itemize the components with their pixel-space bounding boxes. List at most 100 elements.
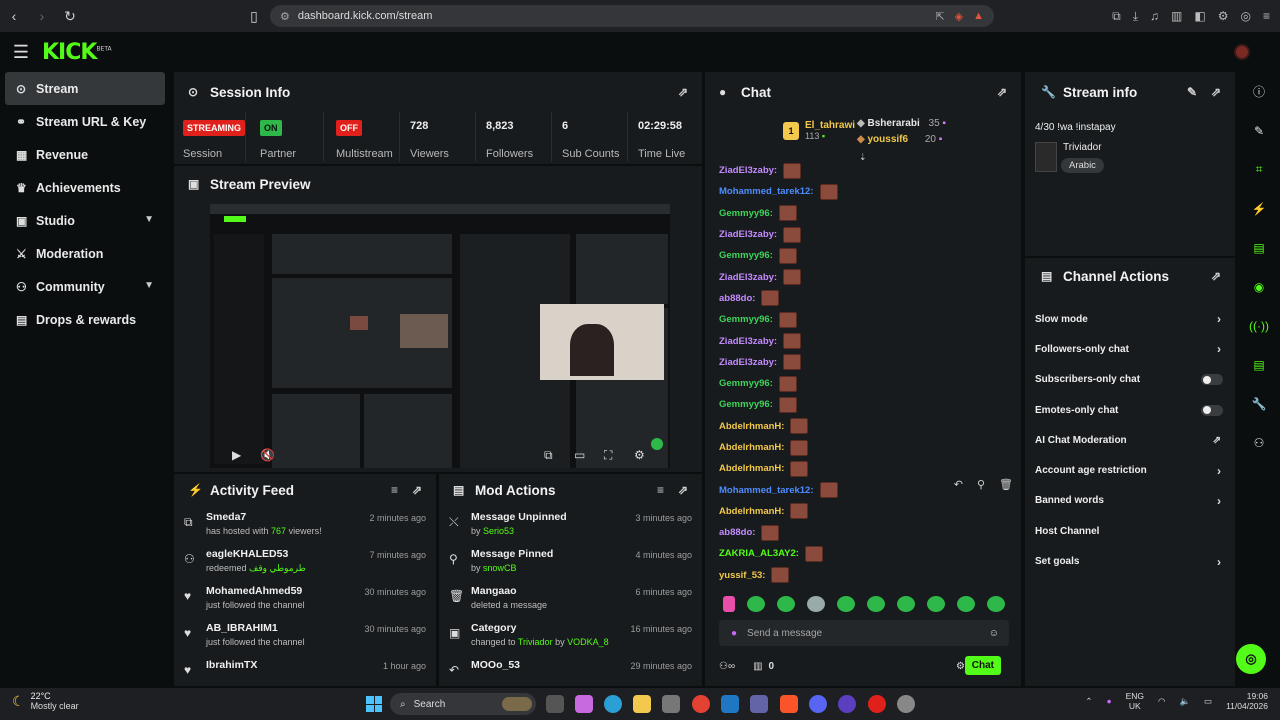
chat-username[interactable]: yussif_53:	[719, 570, 765, 581]
send-chat-button[interactable]: Chat	[964, 656, 1001, 675]
settings-app-icon[interactable]	[897, 695, 915, 713]
start-icon[interactable]	[366, 696, 382, 712]
channel-action-account-age-restriction[interactable]: Account age restriction ›	[1025, 455, 1235, 485]
chat-username[interactable]: Gemmyy96:	[719, 314, 773, 325]
play-icon[interactable]: ▶	[232, 448, 241, 462]
brave-shield-icon[interactable]: ◈	[955, 10, 963, 23]
community-icon[interactable]: ⚇	[1238, 423, 1280, 462]
chat-message[interactable]: ZiadEl3zaby:	[705, 160, 1021, 181]
channel-action-slow-mode[interactable]: Slow mode ›	[1025, 304, 1235, 334]
app-icon[interactable]	[868, 695, 886, 713]
forward-icon[interactable]: ›	[28, 0, 56, 32]
keyboard-language[interactable]: ENG	[1126, 691, 1144, 701]
chat-username[interactable]: AbdelrhmanH:	[719, 421, 784, 432]
chat-username[interactable]: ab88do:	[719, 527, 755, 538]
chat-message[interactable]: Gemmyy96:	[705, 394, 1021, 415]
mic-tray-icon[interactable]: ●	[1106, 696, 1111, 706]
chat-message[interactable]: Gemmyy96:	[705, 203, 1021, 224]
extension-icon[interactable]: ⚙	[1218, 9, 1229, 23]
chat-username[interactable]: ZAKRIA_AL3AY2:	[719, 548, 799, 559]
channel-action-subscribers-only-chat[interactable]: Subscribers-only chat	[1025, 365, 1235, 395]
user-avatar[interactable]	[1234, 44, 1250, 60]
emote-icon[interactable]	[807, 596, 825, 612]
pip-icon[interactable]: ⧉	[544, 448, 553, 463]
chat-username[interactable]: AbdelrhmanH:	[719, 442, 784, 453]
sidebar-item-drops-rewards[interactable]: ▤ Drops & rewards	[0, 303, 172, 336]
kick-logo[interactable]: KICKBETA	[42, 40, 112, 65]
chat-settings-icon[interactable]: ⚙	[956, 661, 965, 672]
media-icon[interactable]: ♫	[1150, 9, 1159, 23]
rewards-icon[interactable]: ▲	[973, 10, 984, 23]
emoji-picker-icon[interactable]: ☺	[989, 628, 999, 639]
channel-action-emotes-only-chat[interactable]: Emotes-only chat	[1025, 395, 1235, 425]
weather-widget[interactable]: ☾ 22°C Mostly clear	[12, 691, 79, 711]
hamburger-menu-icon[interactable]: ☰	[0, 32, 42, 72]
mic-icon[interactable]: ●	[731, 628, 737, 639]
chat-username[interactable]: ZiadEl3zaby:	[719, 165, 777, 176]
wifi-icon[interactable]: ◠	[1158, 696, 1165, 707]
teams-icon[interactable]	[750, 695, 768, 713]
toggle-switch[interactable]	[1201, 374, 1223, 386]
toggle-switch[interactable]	[1201, 404, 1223, 416]
chat-username[interactable]: Gemmyy96:	[719, 399, 773, 410]
chat-username[interactable]: AbdelrhmanH:	[719, 463, 784, 474]
chat-message[interactable]: Mohammed_tarek12:	[705, 181, 1021, 202]
signal-icon[interactable]: ((·))	[1238, 306, 1280, 345]
chevron-up-icon[interactable]: ⌃	[1085, 696, 1092, 707]
chrome-icon[interactable]	[692, 695, 710, 713]
chat-username[interactable]: ZiadEl3zaby:	[719, 229, 777, 240]
chat-username[interactable]: ab88do:	[719, 293, 755, 304]
list-icon[interactable]: ▤	[1238, 345, 1280, 384]
chat-username[interactable]: Gemmyy96:	[719, 378, 773, 389]
chat-username[interactable]: AbdelrhmanH:	[719, 506, 784, 517]
chat-username[interactable]: ZiadEl3zaby:	[719, 336, 777, 347]
sidebar-item-moderation[interactable]: ⚔ Moderation	[0, 237, 172, 270]
popout-icon[interactable]: ⇗	[412, 483, 422, 497]
emote-icon[interactable]	[747, 596, 765, 612]
wrench-icon[interactable]: 🔧	[1238, 384, 1280, 423]
taskbar-search[interactable]: ⌕ Search	[390, 693, 536, 715]
settings-icon[interactable]: ⚙	[634, 448, 645, 462]
chat-username[interactable]: ZiadEl3zaby:	[719, 357, 777, 368]
mute-icon[interactable]: 🔇	[260, 448, 275, 462]
list-item[interactable]: ↶ MOOo_53 29 minutes ago	[439, 654, 702, 691]
edit-icon[interactable]: ✎	[1187, 85, 1197, 99]
discord-icon[interactable]	[809, 695, 827, 713]
popout-icon[interactable]: ⇗	[678, 85, 688, 99]
chat-message[interactable]: Gemmyy96:	[705, 245, 1021, 266]
chat-message[interactable]: ab88do:	[705, 522, 1021, 543]
list-item[interactable]: ▣ Category changed to Triviador by VODKA_…	[439, 617, 702, 654]
chat-username[interactable]: Gemmyy96:	[719, 208, 773, 219]
chat-message[interactable]: ZiadEl3zaby:	[705, 352, 1021, 373]
channel-action-ai-chat-moderation[interactable]: AI Chat Moderation ⇗	[1025, 425, 1235, 455]
edge-icon[interactable]	[604, 695, 622, 713]
emote-icon[interactable]	[867, 596, 885, 612]
popout-icon[interactable]: ⇗	[1211, 269, 1221, 283]
highlight-value[interactable]: Serio53	[483, 526, 514, 536]
chat-message[interactable]: ZiadEl3zaby:	[705, 224, 1021, 245]
chat-username[interactable]: Mohammed_tarek12:	[719, 186, 814, 197]
emote-icon[interactable]	[837, 596, 855, 612]
list-item[interactable]: ♥ MohamedAhmed59 just followed the channe…	[174, 580, 436, 617]
leader-second[interactable]: ◆ Bsherarabi 35 ▪	[857, 118, 946, 129]
chat-message[interactable]: ZiadEl3zaby:	[705, 266, 1021, 287]
chat-message[interactable]: AbdelrhmanH:	[705, 416, 1021, 437]
bookmark-icon[interactable]: ▯	[240, 0, 268, 32]
store-icon[interactable]	[662, 695, 680, 713]
sidebar-item-stream-url-key[interactable]: ⚭ Stream URL & Key	[0, 105, 172, 138]
mail-icon[interactable]	[721, 695, 739, 713]
sidebar-item-stream[interactable]: ⊙ Stream	[5, 72, 165, 105]
chat-message[interactable]: yussif_53:	[705, 565, 1021, 586]
chat-input[interactable]: ● Send a message ☺	[719, 620, 1009, 646]
stream-video[interactable]	[210, 204, 670, 468]
chat-icon[interactable]: ◉	[1238, 267, 1280, 306]
list-item[interactable]: ⤬ Message Unpinned by Serio53 3 minutes a…	[439, 506, 702, 543]
tabs-icon[interactable]: ⧉	[1112, 9, 1121, 24]
chat-message[interactable]: Gemmyy96:	[705, 309, 1021, 330]
menu-icon[interactable]: ≡	[1263, 9, 1270, 23]
chat-message[interactable]: AbdelrhmanH:	[705, 501, 1021, 522]
highlight-value[interactable]: VODKA_8	[567, 637, 609, 647]
chat-message[interactable]: ZiadEl3zaby:	[705, 330, 1021, 351]
highlight-value[interactable]: Triviador	[518, 637, 553, 647]
list-item[interactable]: 🗑 Mangaao deleted a message 6 minutes ago	[439, 580, 702, 617]
